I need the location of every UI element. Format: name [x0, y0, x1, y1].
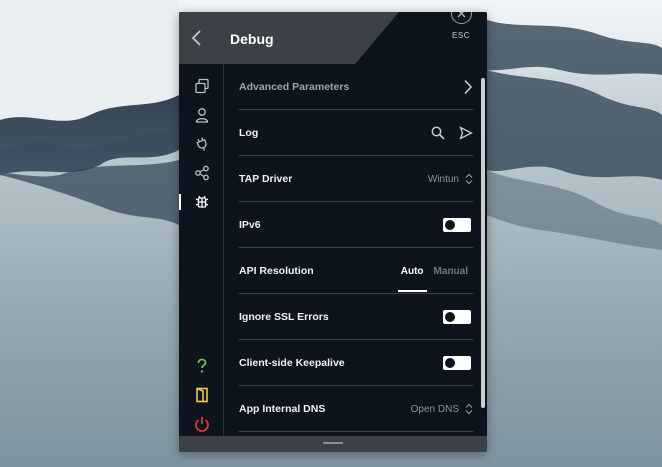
sidebar-item-plugins[interactable] — [179, 132, 224, 156]
sidebar-item-account[interactable] — [179, 103, 224, 127]
row-log: Log — [239, 110, 473, 156]
api-resolution-manual[interactable]: Manual — [429, 248, 473, 294]
sidebar-item-connection[interactable] — [179, 74, 224, 98]
row-api-resolution: API Resolution Auto Manual — [239, 248, 473, 294]
ipv6-toggle[interactable] — [443, 218, 471, 232]
settings-list: Advanced Parameters Log TAP Driver Wintu… — [225, 64, 479, 436]
row-keepalive: Client-side Keepalive — [239, 340, 473, 386]
row-ignore-ssl: Ignore SSL Errors — [239, 294, 473, 340]
resize-grip[interactable] — [323, 442, 343, 444]
scrollbar-thumb[interactable] — [481, 78, 485, 408]
page-title: Debug — [230, 31, 274, 47]
back-button[interactable] — [185, 26, 209, 50]
help-button[interactable] — [179, 354, 224, 378]
sidebar — [179, 64, 224, 436]
search-icon — [431, 126, 445, 140]
door-button[interactable] — [179, 383, 224, 407]
send-icon — [459, 126, 473, 140]
plug-icon — [195, 137, 207, 151]
ignore-ssl-toggle[interactable] — [443, 310, 471, 324]
active-indicator — [179, 194, 181, 210]
toggle-knob — [445, 220, 455, 230]
close-button[interactable]: ESC — [447, 12, 475, 55]
log-label: Log — [239, 126, 259, 139]
sidebar-item-debug[interactable] — [179, 190, 224, 214]
log-send-button[interactable] — [459, 126, 473, 140]
row-internal-dns[interactable]: App Internal DNS Open DNS — [239, 386, 473, 432]
chevron-left-icon — [191, 30, 201, 46]
row-ipv6: IPv6 — [239, 202, 473, 248]
internal-dns-value: Open DNS — [410, 403, 459, 415]
toggle-knob — [445, 358, 455, 368]
api-resolution-switch: Auto Manual — [396, 248, 473, 294]
help-icon — [197, 358, 206, 373]
auto-label: Auto — [400, 265, 424, 277]
up-down-chevron-icon — [465, 173, 473, 185]
power-icon — [194, 417, 209, 432]
connection-icon — [194, 78, 209, 94]
sidebar-item-share[interactable] — [179, 161, 224, 185]
share-icon — [194, 165, 209, 181]
keepalive-label: Client-side Keepalive — [239, 356, 345, 369]
row-advanced-parameters[interactable]: Advanced Parameters — [239, 64, 473, 110]
manual-label: Manual — [433, 265, 468, 277]
header-title-plate — [179, 12, 399, 64]
api-resolution-auto[interactable]: Auto — [396, 248, 429, 294]
chevron-right-icon — [464, 79, 473, 95]
power-button[interactable] — [179, 412, 224, 436]
advanced-parameters-label: Advanced Parameters — [239, 80, 350, 93]
header: Debug ESC — [179, 12, 487, 64]
bug-icon — [195, 195, 208, 208]
api-resolution-label: API Resolution — [239, 264, 314, 277]
internal-dns-label: App Internal DNS — [239, 402, 326, 415]
selected-underline — [397, 290, 427, 292]
ignore-ssl-label: Ignore SSL Errors — [239, 310, 329, 323]
up-down-chevron-icon — [465, 403, 473, 415]
account-icon — [195, 108, 208, 123]
app-window: Debug ESC Advanced Parameters Log TAP Dr… — [179, 12, 487, 452]
keepalive-toggle[interactable] — [443, 356, 471, 370]
tap-driver-label: TAP Driver — [239, 172, 293, 185]
footer — [179, 436, 487, 452]
log-search-button[interactable] — [431, 126, 445, 140]
ipv6-label: IPv6 — [239, 218, 261, 231]
tap-driver-value: Wintun — [427, 173, 459, 185]
esc-label: ESC — [452, 31, 470, 40]
toggle-knob — [445, 312, 455, 322]
close-icon — [450, 12, 472, 24]
row-tap-driver[interactable]: TAP Driver Wintun — [239, 156, 473, 202]
scrollbar[interactable] — [481, 64, 485, 436]
door-icon — [195, 387, 208, 403]
